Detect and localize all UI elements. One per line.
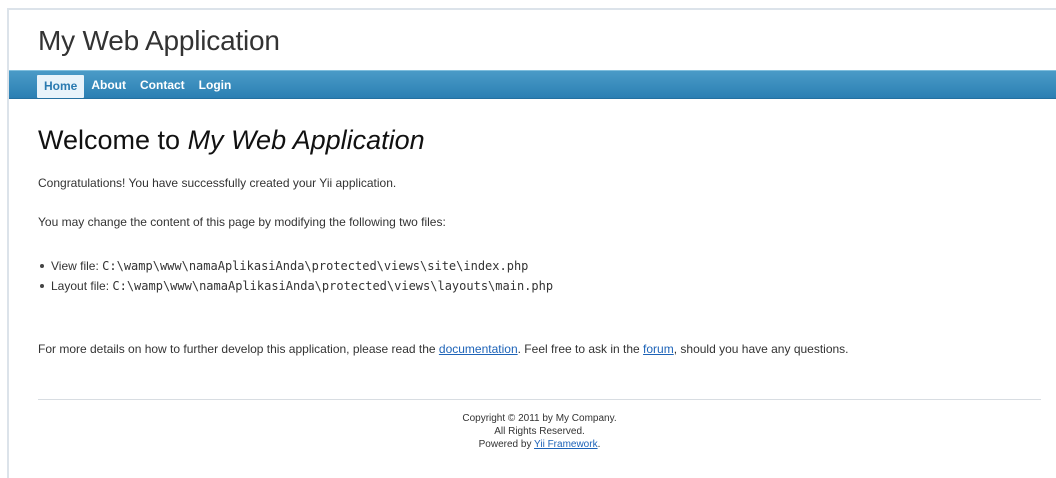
more-details-middle: . Feel free to ask in the bbox=[517, 342, 644, 356]
menu-item-about: About bbox=[84, 71, 133, 98]
footer-rights: All Rights Reserved. bbox=[494, 426, 585, 437]
main-menu-list: Home About Contact Login bbox=[9, 71, 1056, 98]
layout-file-path: C:\wamp\www\namaAplikasiAnda\protected\v… bbox=[112, 279, 554, 293]
list-item-layout-file: Layout file: C:\wamp\www\namaAplikasiAnd… bbox=[39, 276, 554, 296]
menu-item-contact: Contact bbox=[133, 71, 192, 98]
more-details-text: For more details on how to further devel… bbox=[38, 341, 849, 357]
documentation-link[interactable]: documentation bbox=[439, 342, 518, 356]
page-title-app-name: My Web Application bbox=[187, 125, 425, 155]
more-details-suffix: , should you have any questions. bbox=[673, 342, 849, 356]
more-details-prefix: For more details on how to further devel… bbox=[38, 342, 439, 356]
header: My Web Application bbox=[9, 10, 1056, 70]
footer: Copyright © 2011 by My Company. All Righ… bbox=[38, 412, 1041, 451]
main-content: Welcome to My Web Application Congratula… bbox=[38, 122, 1038, 356]
congratulations-text: Congratulations! You have successfully c… bbox=[38, 176, 397, 190]
yii-framework-link[interactable]: Yii Framework bbox=[534, 439, 598, 450]
list-item-view-file: View file: C:\wamp\www\namaAplikasiAnda\… bbox=[39, 256, 553, 276]
footer-copyright: Copyright © 2011 by My Company. bbox=[462, 413, 617, 424]
footer-powered: Powered by Yii Framework. bbox=[38, 438, 1041, 451]
layout-file-label: Layout file: bbox=[51, 279, 113, 293]
menu-item-login: Login bbox=[192, 71, 239, 98]
page-title-prefix: Welcome to bbox=[38, 125, 188, 155]
main-menu: Home About Contact Login bbox=[9, 70, 1056, 99]
view-file-label: View file: bbox=[51, 259, 103, 273]
forum-link[interactable]: forum bbox=[643, 342, 674, 356]
menu-link-about[interactable]: About bbox=[84, 74, 133, 96]
page-title: Welcome to My Web Application bbox=[38, 122, 1038, 158]
page-container: My Web Application Home About Contact Lo… bbox=[7, 8, 1056, 478]
footer-powered-prefix: Powered by bbox=[478, 439, 535, 450]
menu-link-contact[interactable]: Contact bbox=[133, 74, 192, 96]
view-file-path: C:\wamp\www\namaAplikasiAnda\protected\v… bbox=[102, 259, 529, 273]
file-list: View file: C:\wamp\www\namaAplikasiAnda\… bbox=[38, 256, 553, 296]
footer-divider bbox=[38, 399, 1041, 400]
menu-item-home: Home bbox=[37, 71, 85, 98]
menu-link-home[interactable]: Home bbox=[37, 75, 85, 98]
change-content-text: You may change the content of this page … bbox=[38, 215, 446, 229]
site-logo[interactable]: My Web Application bbox=[38, 25, 280, 57]
menu-link-login[interactable]: Login bbox=[192, 74, 239, 96]
footer-powered-suffix: . bbox=[597, 439, 601, 450]
